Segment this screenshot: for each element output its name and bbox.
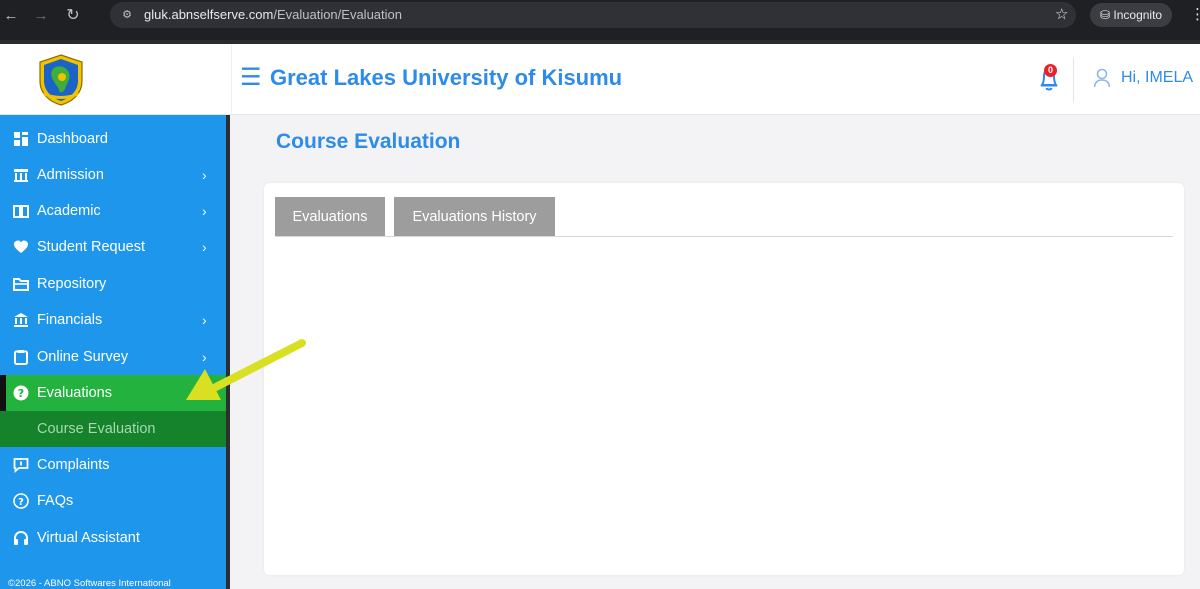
sidebar-item-student-request[interactable]: Student Request ›	[0, 229, 226, 265]
svg-text:?: ?	[18, 387, 24, 400]
sidebar-subitem-course-evaluation[interactable]: Course Evaluation	[0, 411, 226, 447]
bookmark-star-icon[interactable]: ☆	[1055, 6, 1068, 24]
tab-evaluations[interactable]: Evaluations	[275, 197, 385, 237]
browser-chrome: ← → ↻ ⚙ gluk.abnselfserve.com/Evaluation…	[0, 0, 1200, 44]
chevron-right-icon: ›	[202, 349, 207, 365]
tab-evaluations-history[interactable]: Evaluations History	[394, 197, 555, 237]
incognito-label: Incognito	[1113, 8, 1163, 22]
folder-icon	[13, 278, 29, 291]
browser-menu-icon[interactable]: ⋮	[1190, 6, 1200, 24]
sidebar-item-label: Evaluations	[37, 385, 112, 401]
sidebar-item-faqs[interactable]: ? FAQs	[0, 483, 226, 519]
clipboard-icon	[14, 350, 28, 365]
chevron-down-icon: ⌄	[208, 385, 220, 401]
sidebar-item-label: Admission	[37, 167, 104, 183]
forward-arrow-icon[interactable]: →	[32, 6, 50, 26]
heart-hand-icon	[14, 240, 28, 253]
sidebar-item-label: Repository	[37, 276, 107, 292]
bank-icon	[14, 313, 28, 327]
url-text: gluk.abnselfserve.com/Evaluation/Evaluat…	[144, 6, 402, 24]
url-domain: gluk.abnselfserve.com	[144, 7, 274, 22]
sidebar-item-label: Virtual Assistant	[37, 530, 140, 546]
sidebar-item-virtual-assistant[interactable]: Virtual Assistant	[0, 520, 226, 556]
sidebar-item-admission[interactable]: Admission ›	[0, 157, 226, 193]
sidebar-item-repository[interactable]: Repository	[0, 266, 226, 302]
sidebar-item-dashboard[interactable]: Dashboard	[0, 121, 226, 157]
logo-area	[0, 44, 232, 115]
incognito-badge[interactable]: ⛁ Incognito	[1090, 3, 1173, 27]
dashboard-grid-icon	[14, 132, 28, 146]
sidebar-item-label: Complaints	[37, 457, 110, 473]
incognito-icon: ⛁	[1100, 8, 1114, 22]
sidebar-subitem-label: Course Evaluation	[37, 421, 156, 437]
reload-icon[interactable]: ↻	[64, 6, 82, 26]
sidebar-item-financials[interactable]: Financials ›	[0, 302, 226, 338]
svg-text:?: ?	[18, 497, 24, 508]
notification-bell[interactable]: 0	[1038, 64, 1060, 92]
chevron-right-icon: ›	[202, 312, 207, 328]
university-logo[interactable]	[34, 53, 88, 107]
url-path: /Evaluation/Evaluation	[273, 7, 402, 22]
message-square-icon	[13, 458, 29, 473]
sidebar-item-label: Dashboard	[37, 131, 108, 147]
user-icon[interactable]	[1093, 68, 1111, 88]
question-circle-icon: ?	[13, 385, 29, 401]
header-divider	[1073, 58, 1074, 102]
sidebar-item-label: Academic	[37, 203, 101, 219]
site-info-icon[interactable]: ⚙	[118, 6, 136, 24]
help-circle-icon: ?	[13, 493, 29, 509]
sidebar-item-label: FAQs	[37, 493, 74, 509]
sidebar-item-label: Financials	[37, 312, 103, 328]
app-header: ☰ Great Lakes University of Kisumu 0 Hi,…	[0, 44, 1200, 115]
address-bar[interactable]: ⚙ gluk.abnselfserve.com/Evaluation/Evalu…	[110, 2, 1076, 28]
footer-copyright: ©2026 - ABNO Softwares International	[8, 578, 171, 589]
chevron-right-icon: ›	[202, 203, 207, 219]
chevron-right-icon: ›	[202, 167, 207, 183]
evaluation-card: Evaluations Evaluations History	[264, 183, 1184, 575]
sidebar-scrollbar[interactable]	[226, 115, 230, 589]
back-arrow-icon[interactable]: ←	[2, 6, 20, 26]
book-icon	[13, 205, 29, 218]
tab-divider	[275, 236, 1173, 237]
user-greeting[interactable]: Hi, IMELA	[1121, 67, 1193, 89]
notification-count: 0	[1044, 64, 1057, 77]
sidebar-item-label: Online Survey	[37, 349, 129, 365]
headphones-icon	[14, 530, 28, 545]
sidebar-item-complaints[interactable]: Complaints	[0, 447, 226, 483]
sidebar-item-online-survey[interactable]: Online Survey ›	[0, 339, 226, 375]
sidebar-item-label: Student Request	[37, 239, 146, 255]
sidebar-item-evaluations[interactable]: ? Evaluations ⌄	[0, 375, 226, 411]
page-title: Course Evaluation	[276, 130, 461, 153]
institution-icon	[14, 169, 28, 182]
chevron-right-icon: ›	[202, 239, 207, 255]
sidebar-item-academic[interactable]: Academic ›	[0, 193, 226, 229]
hamburger-menu-icon[interactable]: ☰	[240, 66, 262, 90]
university-name: Great Lakes University of Kisumu	[270, 65, 623, 90]
